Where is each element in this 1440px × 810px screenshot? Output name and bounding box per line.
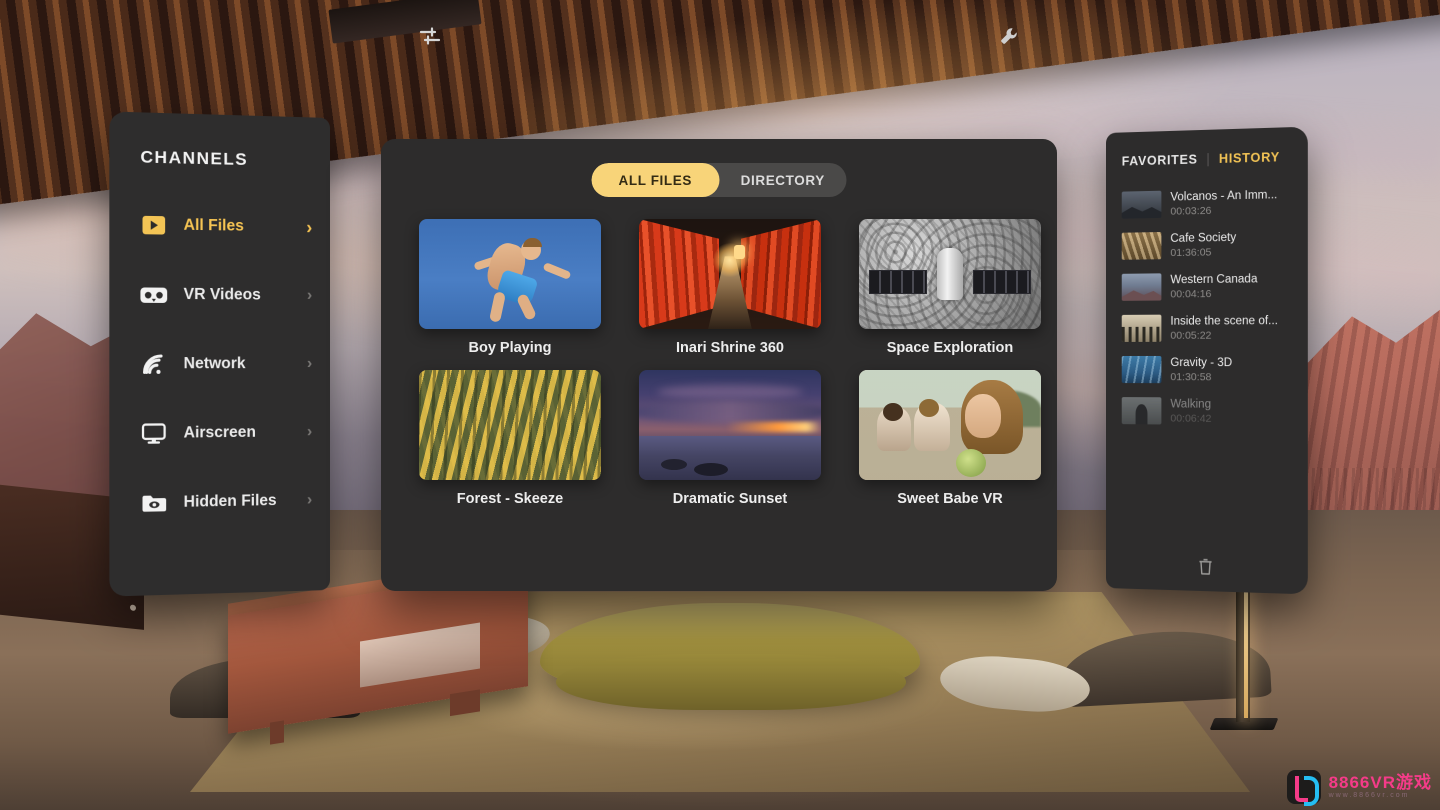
- media-card-title: Inari Shrine 360: [676, 340, 784, 356]
- sidebar-item-label: VR Videos: [183, 285, 261, 304]
- chevron-right-icon: ›: [306, 423, 313, 441]
- tab-all-files[interactable]: ALL FILES: [591, 163, 719, 197]
- history-item[interactable]: Western Canada 00:04:16: [1106, 264, 1308, 308]
- watermark-logo-icon: [1286, 770, 1321, 806]
- history-thumbnail: [1121, 355, 1162, 384]
- channels-sidebar: CHANNELS All Files › VR Videos › Network…: [109, 111, 330, 597]
- history-item-duration: 01:30:58: [1170, 370, 1212, 383]
- clear-history-button[interactable]: [1106, 555, 1308, 584]
- history-item[interactable]: Walking 00:06:42: [1106, 390, 1308, 433]
- play-box-icon: [140, 212, 167, 239]
- media-browser-toolbar: ALL FILES DIRECTORY: [381, 139, 1057, 209]
- media-card-title: Forest - Skeeze: [456, 491, 564, 507]
- media-card-title: Dramatic Sunset: [672, 491, 788, 507]
- media-card[interactable]: Boy Playing: [419, 219, 601, 356]
- history-thumbnail: [1121, 397, 1162, 425]
- chevron-right-icon: ›: [306, 286, 313, 304]
- sliders-icon[interactable]: [414, 20, 446, 52]
- watermark: 8866VR游戏 www.8866vr.com: [1286, 770, 1432, 806]
- media-browser-panel: ALL FILES DIRECTORY Boy Playing Inari Sh…: [381, 139, 1057, 591]
- history-item-duration: 00:06:42: [1170, 411, 1212, 425]
- history-item[interactable]: Volcanos - An Imm... 00:03:26: [1106, 180, 1308, 226]
- history-thumbnail: [1121, 232, 1162, 260]
- thumbnail-boy-playing: [419, 219, 601, 329]
- media-card-title: Space Exploration: [886, 340, 1014, 356]
- tab-history[interactable]: HISTORY: [1219, 150, 1280, 166]
- history-item-duration: 00:04:16: [1170, 287, 1212, 300]
- media-card-title: Boy Playing: [468, 340, 552, 356]
- media-card[interactable]: Forest - Skeeze: [419, 370, 601, 507]
- tab-favorites[interactable]: FAVORITES: [1122, 152, 1198, 168]
- folder-eye-icon: [140, 490, 167, 517]
- thumbnail-inari-shrine: [639, 219, 821, 329]
- chevron-right-icon: ›: [306, 491, 313, 509]
- sidebar-item-network[interactable]: Network ›: [109, 329, 330, 399]
- history-thumbnail: [1121, 273, 1162, 301]
- thumbnail-dramatic-sunset: [639, 370, 821, 480]
- media-card[interactable]: Inari Shrine 360: [639, 219, 821, 356]
- history-list: Volcanos - An Imm... 00:03:26 Cafe Socie…: [1106, 174, 1308, 433]
- list-fade-overlay: [1106, 498, 1308, 550]
- history-item-title: Inside the scene of...: [1170, 314, 1278, 328]
- wifi-icon: [140, 351, 167, 378]
- history-item[interactable]: Inside the scene of... 00:05:22: [1106, 307, 1308, 349]
- sidebar-item-label: Airscreen: [183, 423, 256, 442]
- media-card-title: Sweet Babe VR: [897, 491, 1003, 507]
- thumbnail-space-exploration: [859, 219, 1041, 329]
- history-panel-tabs: FAVORITES HISTORY: [1106, 127, 1308, 179]
- history-item-title: Walking: [1170, 397, 1212, 411]
- chevron-right-icon: ›: [306, 217, 313, 238]
- sidebar-item-label: Network: [183, 355, 246, 373]
- sidebar-item-label: Hidden Files: [183, 491, 277, 511]
- history-item-title: Cafe Society: [1170, 231, 1237, 245]
- history-item-title: Western Canada: [1170, 272, 1258, 286]
- history-panel: FAVORITES HISTORY Volcanos - An Imm... 0…: [1106, 126, 1308, 595]
- monitor-icon: [140, 420, 167, 447]
- history-item[interactable]: Cafe Society 01:36:05: [1106, 222, 1308, 267]
- sidebar-item-vr-videos[interactable]: VR Videos ›: [109, 259, 330, 330]
- watermark-subtext: www.8866vr.com: [1328, 792, 1410, 800]
- media-card[interactable]: Dramatic Sunset: [639, 370, 821, 507]
- media-grid: Boy Playing Inari Shrine 360 Space Explo…: [381, 209, 1057, 507]
- watermark-text: 8866VR游戏: [1328, 773, 1432, 793]
- history-thumbnail: [1121, 314, 1162, 342]
- tab-divider: [1207, 152, 1209, 166]
- sidebar-item-airscreen[interactable]: Airscreen ›: [109, 398, 330, 469]
- media-card[interactable]: Sweet Babe VR: [859, 370, 1041, 507]
- history-item-title: Volcanos - An Imm...: [1170, 188, 1278, 204]
- history-item-duration: 01:36:05: [1170, 245, 1212, 259]
- history-thumbnail: [1121, 190, 1162, 219]
- history-item[interactable]: Gravity - 3D 01:30:58: [1106, 349, 1308, 391]
- sidebar-item-label: All Files: [183, 216, 244, 235]
- media-card[interactable]: Space Exploration: [859, 219, 1041, 356]
- sidebar-item-hidden-files[interactable]: Hidden Files ›: [109, 466, 330, 539]
- history-item-title: Gravity - 3D: [1170, 356, 1233, 369]
- thumbnail-forest-skeeze: [419, 370, 601, 480]
- sidebar-item-all-files[interactable]: All Files ›: [109, 190, 330, 262]
- history-item-duration: 00:03:26: [1170, 204, 1212, 218]
- chevron-right-icon: ›: [306, 355, 313, 373]
- tab-directory[interactable]: DIRECTORY: [719, 163, 847, 197]
- thumbnail-sweet-babe-vr: [859, 370, 1041, 480]
- sidebar-title: CHANNELS: [140, 147, 249, 170]
- trash-icon: [1197, 557, 1213, 581]
- wrench-icon[interactable]: [993, 20, 1025, 52]
- history-item-duration: 00:05:22: [1170, 329, 1212, 342]
- view-mode-toggle: ALL FILES DIRECTORY: [591, 163, 847, 197]
- vr-goggles-icon: [140, 281, 168, 308]
